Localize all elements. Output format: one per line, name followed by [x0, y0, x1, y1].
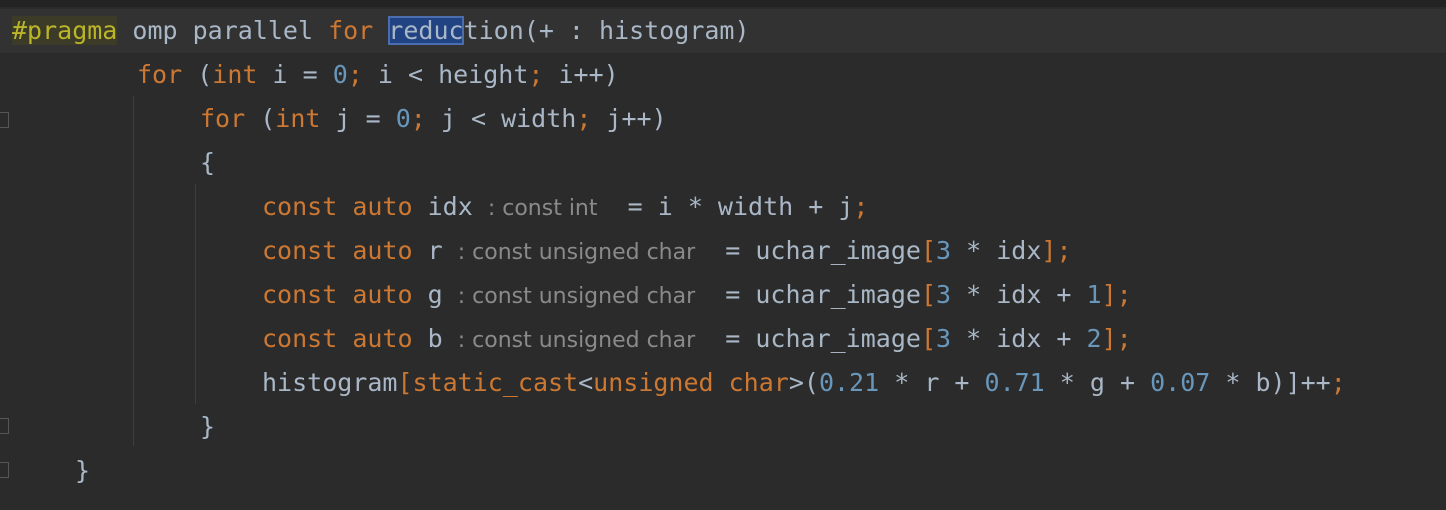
- fold-marker-icon[interactable]: [0, 112, 9, 128]
- keyword-auto: auto: [352, 192, 413, 221]
- code-line-7[interactable]: const auto g : const unsigned char = uch…: [262, 273, 1132, 317]
- code-line-5[interactable]: const auto idx : const int = i * width +…: [262, 185, 868, 229]
- variable-name: r: [427, 236, 443, 265]
- number-literal: 3: [936, 324, 952, 353]
- code-line-6[interactable]: const auto r : const unsigned char = uch…: [262, 229, 1072, 273]
- type-inlay-hint: : const unsigned char: [457, 328, 696, 353]
- number-literal: 0.21: [818, 368, 880, 397]
- keyword-const: const: [262, 236, 338, 265]
- pragma-directive: #pragma: [12, 16, 118, 45]
- close-brace: }: [200, 412, 216, 441]
- indent-guide: [195, 184, 196, 404]
- indent-guide: [133, 96, 134, 446]
- keyword-for: for: [200, 104, 246, 133]
- variable-name: g: [427, 280, 443, 309]
- close-brace: }: [75, 456, 91, 485]
- code-line-8[interactable]: const auto b : const unsigned char = uch…: [262, 317, 1132, 361]
- code-line-9[interactable]: histogram[static_cast<unsigned char>(0.2…: [262, 361, 1346, 405]
- reduction-clause: tion(+ : histogram): [463, 16, 750, 45]
- keyword-static-cast: static_cast: [412, 368, 579, 397]
- code-line-10[interactable]: }: [200, 405, 215, 449]
- number-literal: 3: [936, 280, 952, 309]
- code-line-1[interactable]: #pragma omp parallel for reduction(+ : h…: [12, 9, 750, 53]
- number-literal: 0: [332, 60, 348, 89]
- code-line-4[interactable]: {: [200, 141, 215, 185]
- keyword-const: const: [262, 324, 338, 353]
- keyword-auto: auto: [352, 236, 413, 265]
- keyword-const: const: [262, 192, 338, 221]
- code-editor[interactable]: #pragma omp parallel for reduction(+ : h…: [0, 0, 1446, 510]
- type-unsigned-char: unsigned char: [593, 368, 789, 397]
- keyword-int: int: [275, 104, 321, 133]
- keyword-auto: auto: [352, 324, 413, 353]
- keyword-for: for: [328, 16, 374, 45]
- code-line-11[interactable]: }: [75, 449, 90, 493]
- number-literal: 0.07: [1150, 368, 1211, 397]
- code-line-3[interactable]: for (int j = 0; j < width; j++): [200, 97, 667, 141]
- number-literal: 1: [1086, 280, 1102, 309]
- selected-text: reduc: [388, 16, 464, 45]
- keyword-auto: auto: [352, 280, 413, 309]
- type-inlay-hint: : const int: [487, 196, 598, 221]
- number-literal: 0.71: [984, 368, 1045, 397]
- number-literal: 0: [395, 104, 411, 133]
- editor-top-stripe: [0, 0, 1446, 7]
- histogram-identifier: histogram: [262, 368, 398, 397]
- variable-name: idx: [427, 192, 473, 221]
- fold-marker-icon[interactable]: [0, 462, 9, 478]
- type-inlay-hint: : const unsigned char: [457, 240, 696, 265]
- type-inlay-hint: : const unsigned char: [457, 284, 696, 309]
- keyword-int: int: [212, 60, 258, 89]
- number-literal: 2: [1086, 324, 1102, 353]
- fold-marker-icon[interactable]: [0, 418, 9, 434]
- code-line-2[interactable]: for (int i = 0; i < height; i++): [137, 53, 619, 97]
- open-brace: {: [200, 148, 216, 177]
- number-literal: 3: [936, 236, 952, 265]
- keyword-for: for: [137, 60, 183, 89]
- keyword-const: const: [262, 280, 338, 309]
- variable-name: b: [427, 324, 443, 353]
- pragma-text: omp parallel: [117, 16, 329, 45]
